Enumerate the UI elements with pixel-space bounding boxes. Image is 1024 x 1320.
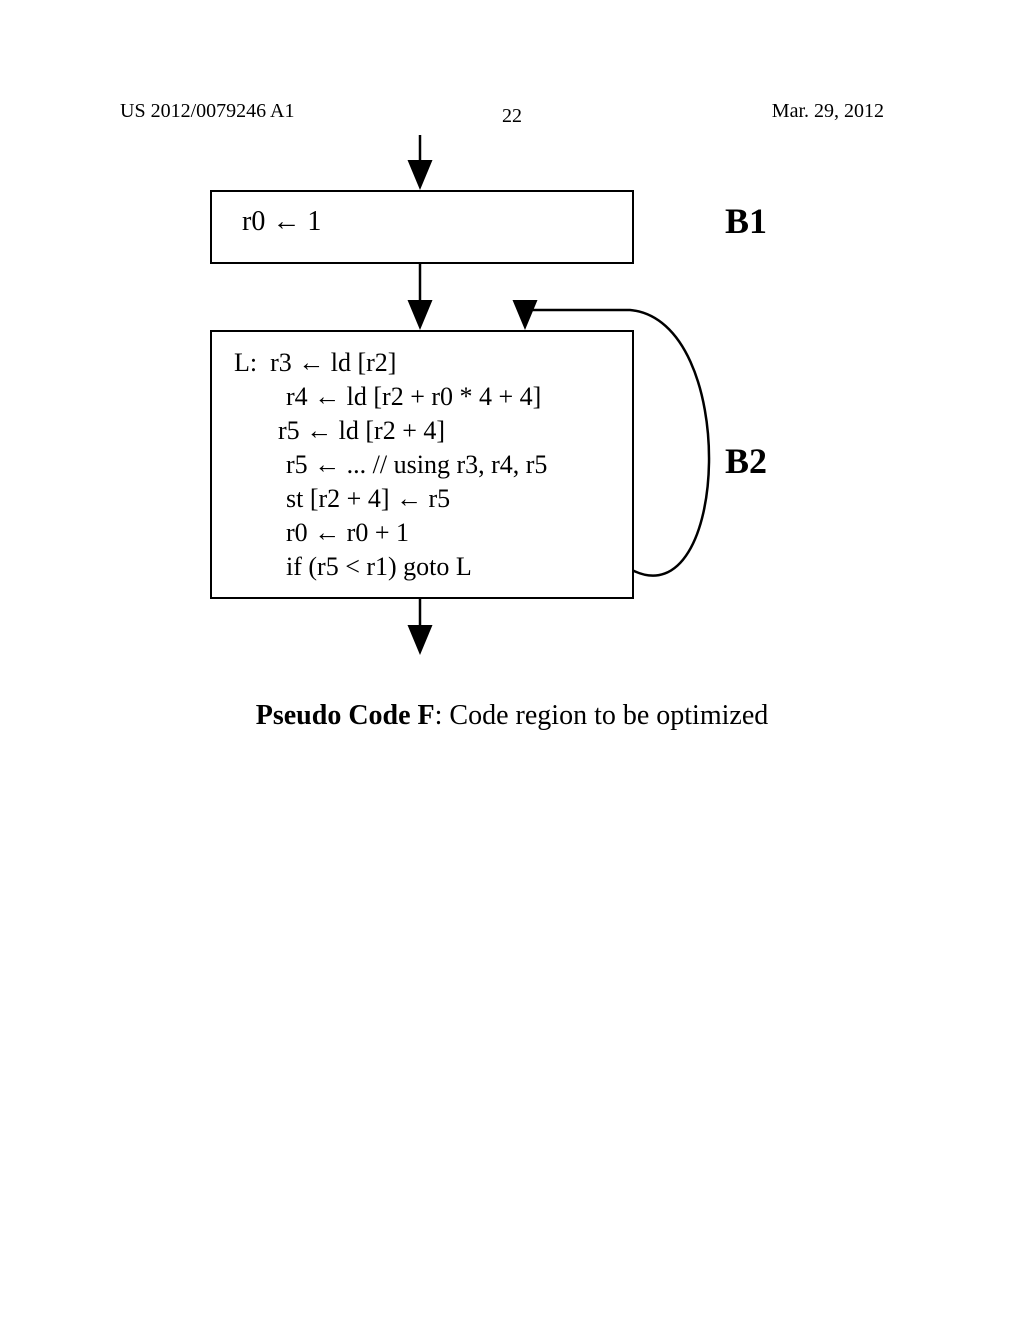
b2-line-1: r3 ← ld [r2] [270,348,396,377]
label-b1: B1 [725,200,767,242]
publication-date: Mar. 29, 2012 [772,100,884,123]
b1-code-line: r0 ← 1 [242,206,321,238]
block-b2: L: r3 ← ld [r2] r4 ← ld [r2 + r0 * 4 + 4… [210,330,634,599]
caption-title: Pseudo Code F [256,700,435,731]
b2-line-4: r5 ← ... // using r3, r4, r5 [234,448,547,482]
label-b2: B2 [725,440,767,482]
figure-caption: Pseudo Code F: Code region to be optimiz… [0,700,1024,732]
flow-diagram: r0 ← 1 B1 L: r3 ← ld [r2] r4 ← ld [r2 + … [130,130,890,690]
b2-line-6: r0 ← r0 + 1 [234,516,547,550]
b2-label-prefix: L: [234,348,257,377]
b2-line-5: st [r2 + 4] ← r5 [234,482,547,516]
page-container: US 2012/0079246 A1 22 Mar. 29, 2012 r0 ←… [0,0,1024,1320]
b2-line-7: if (r5 < r1) goto L [234,550,547,584]
b2-line-3: r5 ← ld [r2 + 4] [234,414,547,448]
block-b1: r0 ← 1 [210,190,634,264]
b2-line-2: r4 ← ld [r2 + r0 * 4 + 4] [234,380,547,414]
b2-code: L: r3 ← ld [r2] r4 ← ld [r2 + r0 * 4 + 4… [234,346,547,584]
caption-desc: : Code region to be optimized [435,700,769,731]
